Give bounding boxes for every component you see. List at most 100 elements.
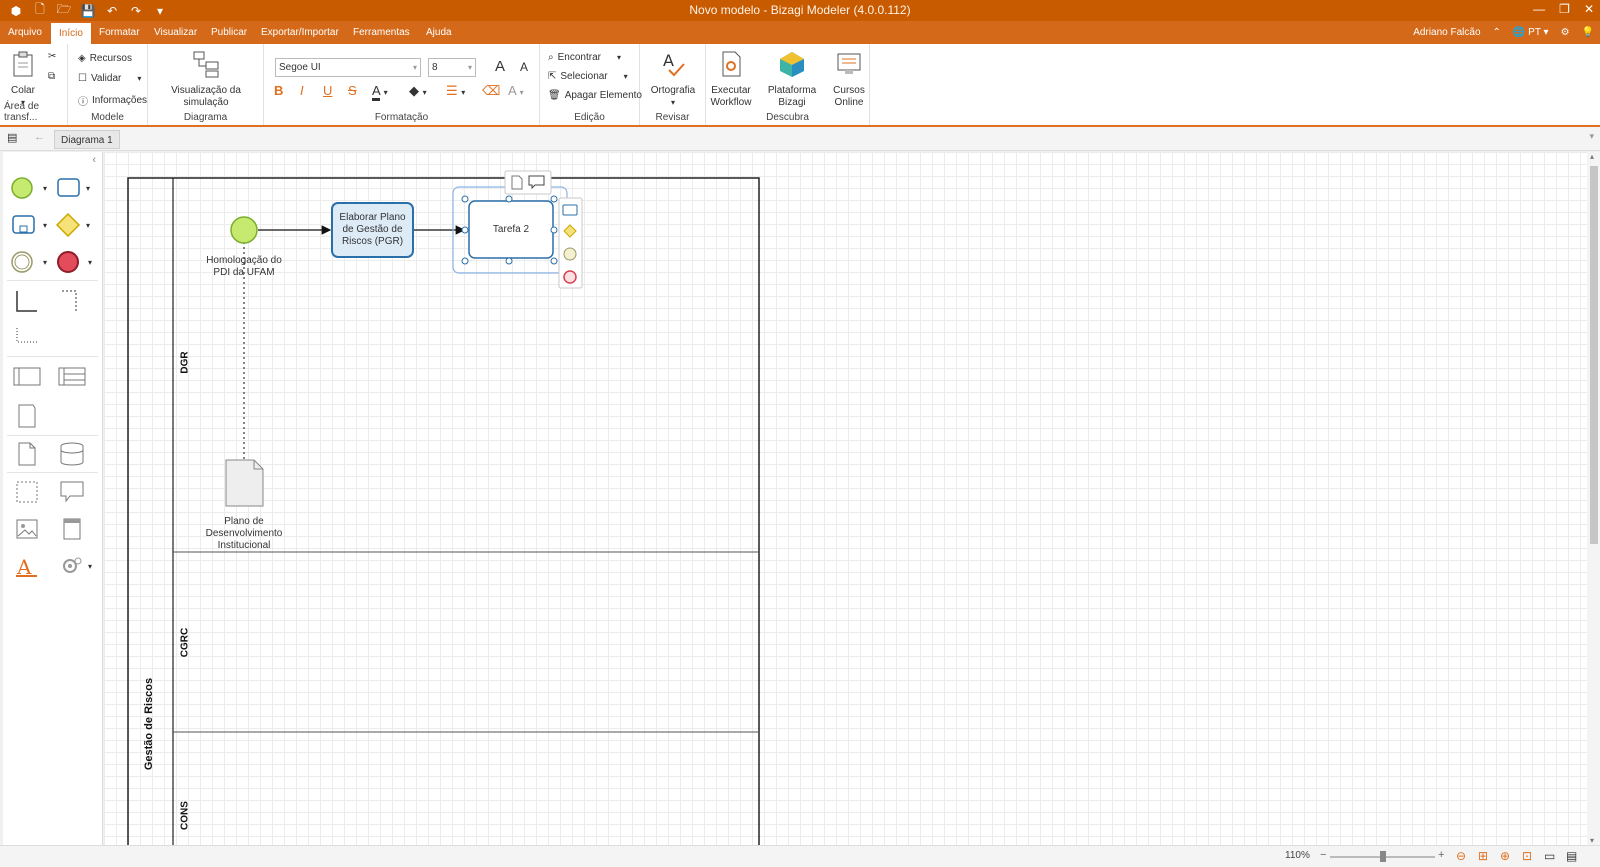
association-icon[interactable] (13, 324, 41, 352)
font-size-select[interactable]: 8 ▾ (428, 58, 476, 77)
formula-gear-icon[interactable]: ▾ (58, 552, 100, 580)
run-workflow-button[interactable]: Executar Workflow (708, 50, 754, 109)
tab-diagram-1[interactable]: Diagrama 1 (54, 130, 120, 149)
title-bar: ⬢ 🗋 🗁 💾 ↶ ↷ ▾ Novo modelo - Bizagi Model… (0, 0, 1600, 21)
tab-publicar[interactable]: Publicar (203, 21, 255, 44)
font-color-button[interactable]: A ▾ (372, 83, 388, 101)
lane-label-cons[interactable]: CONS (180, 798, 191, 834)
align-button[interactable]: ☰ ▾ (446, 83, 465, 99)
quick-add-document-icon[interactable] (511, 175, 523, 190)
help-bulb-icon[interactable]: 💡 (1582, 27, 1594, 38)
tab-exportar-importar[interactable]: Exportar/Importar (253, 21, 347, 44)
diagram-canvas[interactable]: Gestão de Riscos DGR CGRC CONS Homologaç… (104, 152, 1587, 845)
pool-icon[interactable] (13, 365, 41, 389)
scroll-down-icon[interactable]: ▾ (1590, 836, 1594, 845)
eraser-icon: ⌫ (482, 83, 501, 98)
tab-formatar[interactable]: Formatar (91, 21, 148, 44)
pool-label[interactable]: Gestão de Riscos (143, 669, 155, 779)
zoom-search-icon[interactable]: ⊖ (1456, 849, 1466, 863)
resources-button[interactable]: ◈ Recursos (78, 53, 132, 64)
end-event-icon[interactable]: ▾ (56, 250, 98, 274)
scroll-up-icon[interactable]: ▴ (1590, 152, 1594, 161)
validate-button[interactable]: ☐ Validar ▾ (78, 73, 141, 84)
presentation-icon[interactable]: ▭ (1544, 849, 1555, 863)
scrollbar-thumb[interactable] (1590, 166, 1598, 544)
delete-element-button[interactable]: 🗑 Apagar Elemento (548, 90, 642, 101)
quick-add-task-icon[interactable] (562, 204, 578, 216)
tab-inicio[interactable]: Início (51, 21, 91, 44)
info-button[interactable]: ⓘ Informações (78, 93, 147, 108)
collapse-palette-icon[interactable]: ‹ (92, 154, 96, 166)
fit-width-icon[interactable]: ⊡ (1522, 849, 1532, 863)
back-arrow-icon[interactable]: ← (34, 131, 45, 143)
header-icon[interactable] (58, 515, 86, 543)
message-flow-icon[interactable] (58, 289, 86, 317)
text-tool-icon[interactable]: A (13, 552, 41, 580)
tab-ferramentas[interactable]: Ferramentas (345, 21, 418, 44)
overview-icon[interactable]: ▤ (1566, 849, 1577, 863)
start-event[interactable] (230, 216, 258, 244)
sequence-flow-icon[interactable] (13, 289, 41, 317)
tab-visualizar[interactable]: Visualizar (146, 21, 205, 44)
delete-label: Apagar Elemento (564, 90, 642, 101)
zoom-slider[interactable] (1330, 851, 1435, 862)
minimize-icon[interactable]: — (1533, 2, 1545, 16)
data-object-pdi[interactable] (225, 459, 264, 507)
milestone-icon[interactable] (13, 402, 41, 430)
bizagi-platform-button[interactable]: Plataforma Bizagi (756, 50, 828, 109)
copy-icon[interactable]: ⧉ (48, 71, 55, 82)
find-button[interactable]: ⌕ Encontrar ▾ (548, 52, 621, 63)
restore-icon[interactable]: ❐ (1559, 2, 1570, 16)
intermediate-event-icon[interactable]: ▾ (11, 250, 53, 274)
strikethrough-button[interactable]: S (348, 83, 357, 98)
text-annotation-icon[interactable] (58, 478, 86, 506)
start-event-icon[interactable]: ▾ (11, 176, 53, 200)
subprocess-icon[interactable]: ▾ (11, 213, 53, 237)
close-icon[interactable]: ✕ (1584, 2, 1594, 16)
task-icon[interactable]: ▾ (56, 176, 98, 200)
group-icon[interactable] (13, 478, 41, 506)
fit-page-icon[interactable]: ⊞ (1478, 849, 1488, 863)
zoom-out-icon[interactable]: − (1320, 849, 1326, 861)
underline-button[interactable]: U (323, 83, 332, 98)
user-name[interactable]: Adriano Falcão (1413, 27, 1480, 38)
quick-add-intermediate-icon[interactable] (563, 247, 577, 261)
tab-list-chevron-icon[interactable]: ▾ (1589, 131, 1594, 142)
vertical-scrollbar[interactable]: ▴ ▾ (1587, 152, 1600, 845)
review-group-label: Revisar (655, 112, 690, 123)
clear-format-button[interactable]: ⌫ (482, 83, 500, 99)
line-color-button[interactable]: A ▾ (508, 83, 524, 98)
data-object-icon[interactable] (13, 440, 41, 468)
zoom-in-icon[interactable]: + (1438, 849, 1444, 861)
tab-arquivo[interactable]: Arquivo (0, 21, 50, 44)
simulation-view-button[interactable]: Visualização da simulação (152, 50, 260, 109)
data-store-icon[interactable] (58, 440, 86, 468)
tab-ajuda[interactable]: Ajuda (418, 21, 460, 44)
settings-icon[interactable]: ⚙ (1561, 27, 1570, 38)
quick-add-end-event-icon[interactable] (563, 270, 577, 284)
gateway-icon[interactable]: ▾ (56, 213, 98, 237)
font-family-select[interactable]: Segoe UI ▾ (275, 58, 421, 77)
grow-font-button[interactable]: A (495, 58, 505, 75)
cut-icon[interactable]: ✂ (48, 51, 56, 62)
fill-color-button[interactable]: ◆ ▾ (409, 83, 427, 99)
italic-button[interactable]: I (300, 83, 304, 98)
bold-button[interactable]: B (274, 83, 283, 98)
select-button[interactable]: ⇱ Selecionar ▾ (548, 71, 628, 82)
lanes-icon[interactable] (58, 365, 86, 389)
collapse-ribbon-icon[interactable]: ⌃ (1493, 27, 1501, 38)
zoom-slider-knob[interactable] (1380, 851, 1386, 862)
image-icon[interactable] (13, 515, 41, 543)
diagram-explorer-icon[interactable]: ▤ (7, 131, 17, 144)
lane-label-dgr[interactable]: DGR (180, 348, 191, 378)
language-selector[interactable]: 🌐 PT ▾ (1513, 27, 1549, 38)
online-courses-button[interactable]: Cursos Online (830, 50, 868, 109)
courses-icon (837, 53, 861, 74)
courses-label-2: Online (834, 97, 864, 108)
zoom-magnify-icon[interactable]: ⊕ (1500, 849, 1510, 863)
spelling-button[interactable]: A Ortografia ▾ (646, 50, 700, 109)
lane-label-cgrc[interactable]: CGRC (180, 625, 191, 661)
palette-separator (7, 280, 98, 281)
language-label: PT (1528, 27, 1541, 38)
shrink-font-button[interactable]: A (520, 60, 528, 74)
